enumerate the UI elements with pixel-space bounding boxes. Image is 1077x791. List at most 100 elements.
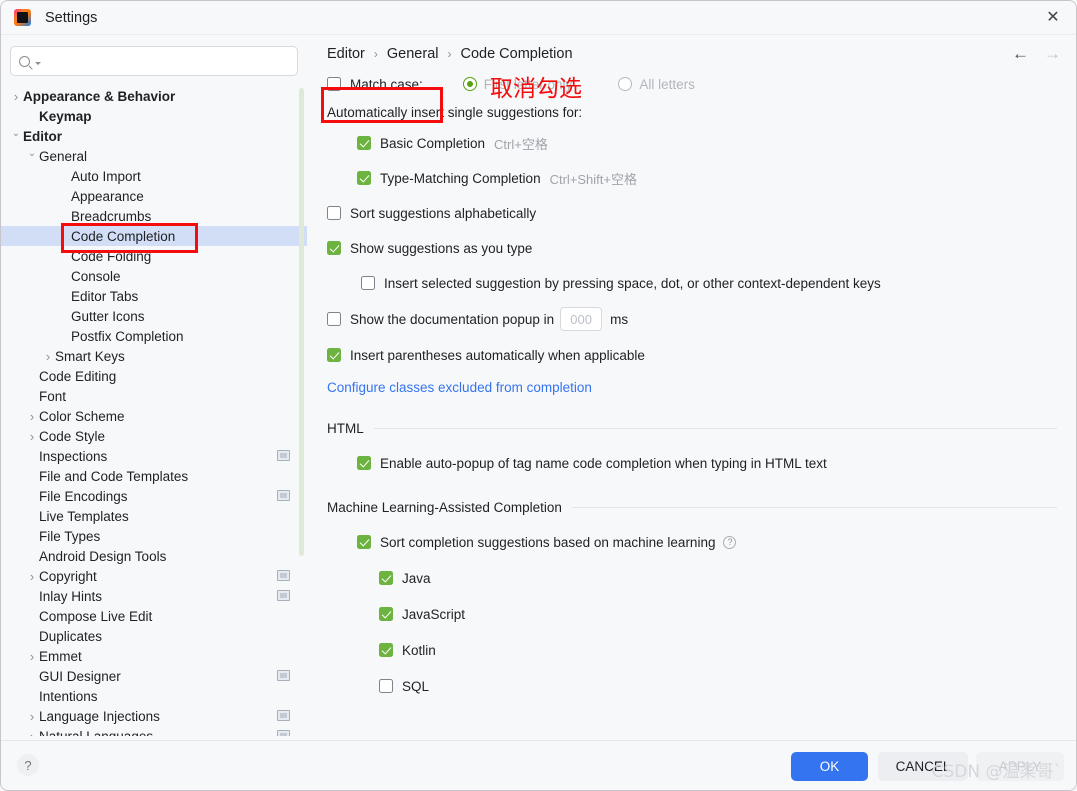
sort-alphabetically-checkbox[interactable] (327, 206, 341, 220)
search-input[interactable] (41, 47, 289, 75)
sidebar-item-live-templates[interactable]: Live Templates (1, 506, 307, 526)
type-matching-completion-checkbox[interactable] (357, 171, 371, 185)
type-matching-completion-label: Type-Matching Completion (380, 170, 541, 186)
ml-section-header: Machine Learning-Assisted Completion (327, 500, 1057, 515)
sidebar-scrollbar[interactable] (299, 88, 304, 556)
window-title: Settings (45, 9, 98, 26)
sidebar-item-gutter-icons[interactable]: Gutter Icons (1, 306, 307, 326)
basic-completion-shortcut: Ctrl+空格 (494, 136, 548, 152)
sidebar-item-label: Auto Import (71, 168, 141, 184)
sidebar-item-compose-live-edit[interactable]: Compose Live Edit (1, 606, 307, 626)
sidebar-item-intentions[interactable]: Intentions (1, 686, 307, 706)
all-letters-radio[interactable] (618, 77, 633, 91)
basic-completion-checkbox[interactable] (357, 136, 371, 150)
chevron-right-icon[interactable]: › (25, 566, 39, 586)
breadcrumb-general[interactable]: General (387, 46, 439, 62)
breadcrumb-editor[interactable]: Editor (327, 46, 365, 62)
chevron-right-icon[interactable]: › (9, 86, 23, 106)
search-box[interactable] (10, 46, 298, 76)
configure-excluded-classes-link[interactable]: Configure classes excluded from completi… (327, 380, 1057, 395)
ok-button[interactable]: OK (791, 752, 868, 781)
sidebar-item-gui-designer[interactable]: GUI Designer (1, 666, 307, 686)
sidebar-item-inspections[interactable]: Inspections (1, 446, 307, 466)
cancel-button[interactable]: CANCEL (878, 752, 968, 781)
chevron-right-icon[interactable]: › (25, 646, 39, 666)
arrow-left-icon[interactable]: ← (1012, 45, 1029, 62)
sidebar-item-font[interactable]: Font (1, 386, 307, 406)
sidebar-item-copyright[interactable]: › Copyright (1, 566, 307, 586)
sidebar-item-appearance[interactable]: Appearance (1, 186, 307, 206)
sidebar-item-auto-import[interactable]: Auto Import (1, 166, 307, 186)
documentation-popup-label: Show the documentation popup in (350, 311, 555, 327)
ml-sort-label: Sort completion suggestions based on mac… (380, 534, 716, 550)
sidebar-item-label: Editor Tabs (71, 288, 139, 304)
sidebar-item-file-encodings[interactable]: File Encodings (1, 486, 307, 506)
type-matching-completion-shortcut: Ctrl+Shift+空格 (549, 171, 637, 187)
sidebar-item-emmet[interactable]: › Emmet (1, 646, 307, 666)
sidebar-item-code-completion[interactable]: Code Completion (1, 226, 307, 246)
sidebar-item-code-editing[interactable]: Code Editing (1, 366, 307, 386)
sidebar-item-duplicates[interactable]: Duplicates (1, 626, 307, 646)
sidebar-item-breadcrumbs[interactable]: Breadcrumbs (1, 206, 307, 226)
show-suggestions-label: Show suggestions as you type (350, 240, 533, 256)
chevron-right-icon[interactable]: › (25, 406, 39, 426)
sidebar-item-code-folding[interactable]: Code Folding (1, 246, 307, 266)
documentation-popup-delay-input[interactable]: 000 (560, 307, 603, 331)
intellij-idea-logo-icon (14, 9, 31, 26)
close-icon[interactable]: ✕ (1030, 1, 1076, 35)
documentation-popup-checkbox[interactable] (327, 312, 341, 326)
ml-language-sql-checkbox[interactable] (379, 679, 393, 693)
sidebar-item-file-types[interactable]: File Types (1, 526, 307, 546)
sidebar-item-label: Appearance (71, 188, 144, 204)
question-mark-icon[interactable]: ? (723, 535, 737, 549)
ml-language-java-checkbox[interactable] (379, 571, 393, 585)
sidebar-item-label: Gutter Icons (71, 308, 145, 324)
html-auto-popup-checkbox[interactable] (357, 456, 371, 470)
sidebar-item-label: Language Injections (39, 708, 160, 724)
sidebar-item-smart-keys[interactable]: › Smart Keys (1, 346, 307, 366)
ml-language-javascript-checkbox[interactable] (379, 607, 393, 621)
sidebar-item-label: Editor (23, 128, 62, 144)
insert-selected-suggestion-checkbox[interactable] (361, 276, 375, 290)
chevron-right-icon[interactable]: › (41, 346, 55, 366)
settings-tree: › Appearance & Behavior Keymap ⌄ Editor ⌄ Gene… (1, 86, 307, 736)
help-button[interactable]: ? (17, 754, 39, 776)
sidebar-item-android-design-tools[interactable]: Android Design Tools (1, 546, 307, 566)
sidebar-item-label: File and Code Templates (39, 468, 189, 484)
sidebar-item-editor[interactable]: ⌄ Editor (1, 126, 307, 146)
sidebar-item-file-and-code-templates[interactable]: File and Code Templates (1, 466, 307, 486)
first-letter-only-radio[interactable] (462, 77, 477, 91)
sidebar-item-label: Font (39, 388, 67, 404)
module-scope-icon (277, 710, 290, 721)
sidebar-item-code-style[interactable]: › Code Style (1, 426, 307, 446)
insert-selected-suggestion-row: Insert selected suggestion by pressing s… (361, 272, 1057, 294)
show-suggestions-checkbox[interactable] (327, 241, 341, 255)
chevron-down-icon[interactable]: ⌄ (25, 144, 39, 164)
match-case-checkbox[interactable] (327, 77, 341, 91)
sidebar-item-inlay-hints[interactable]: Inlay Hints (1, 586, 307, 606)
sidebar-item-keymap[interactable]: Keymap (1, 106, 307, 126)
chevron-right-icon[interactable]: › (25, 706, 39, 726)
chevron-down-icon[interactable]: ⌄ (9, 124, 23, 144)
navigation-arrows: ← → (1012, 45, 1061, 62)
sidebar-item-label: Keymap (39, 108, 92, 124)
sidebar-item-language-injections[interactable]: › Language Injections (1, 706, 307, 726)
breadcrumb-separator-icon: › (447, 47, 452, 61)
sidebar-item-general[interactable]: ⌄ General (1, 146, 307, 166)
ml-sort-row: Sort completion suggestions based on mac… (357, 531, 1057, 553)
sidebar-item-color-scheme[interactable]: › Color Scheme (1, 406, 307, 426)
sidebar-item-console[interactable]: Console (1, 266, 307, 286)
chevron-right-icon[interactable]: › (25, 426, 39, 446)
sidebar-item-postfix-completion[interactable]: Postfix Completion (1, 326, 307, 346)
sidebar-item-label: Live Templates (39, 508, 129, 524)
ml-language-kotlin-checkbox[interactable] (379, 643, 393, 657)
sidebar-item-editor-tabs[interactable]: Editor Tabs (1, 286, 307, 306)
chevron-right-icon[interactable]: › (25, 726, 39, 737)
sidebar-item-label: Code Folding (71, 248, 152, 264)
ml-sort-checkbox[interactable] (357, 535, 371, 549)
insert-parentheses-row: Insert parentheses automatically when ap… (327, 344, 1057, 366)
insert-parentheses-checkbox[interactable] (327, 348, 341, 362)
sidebar-item-appearance-behavior[interactable]: › Appearance & Behavior (1, 86, 307, 106)
sidebar-item-natural-languages[interactable]: › Natural Languages (1, 726, 307, 736)
search-icon (19, 55, 30, 67)
